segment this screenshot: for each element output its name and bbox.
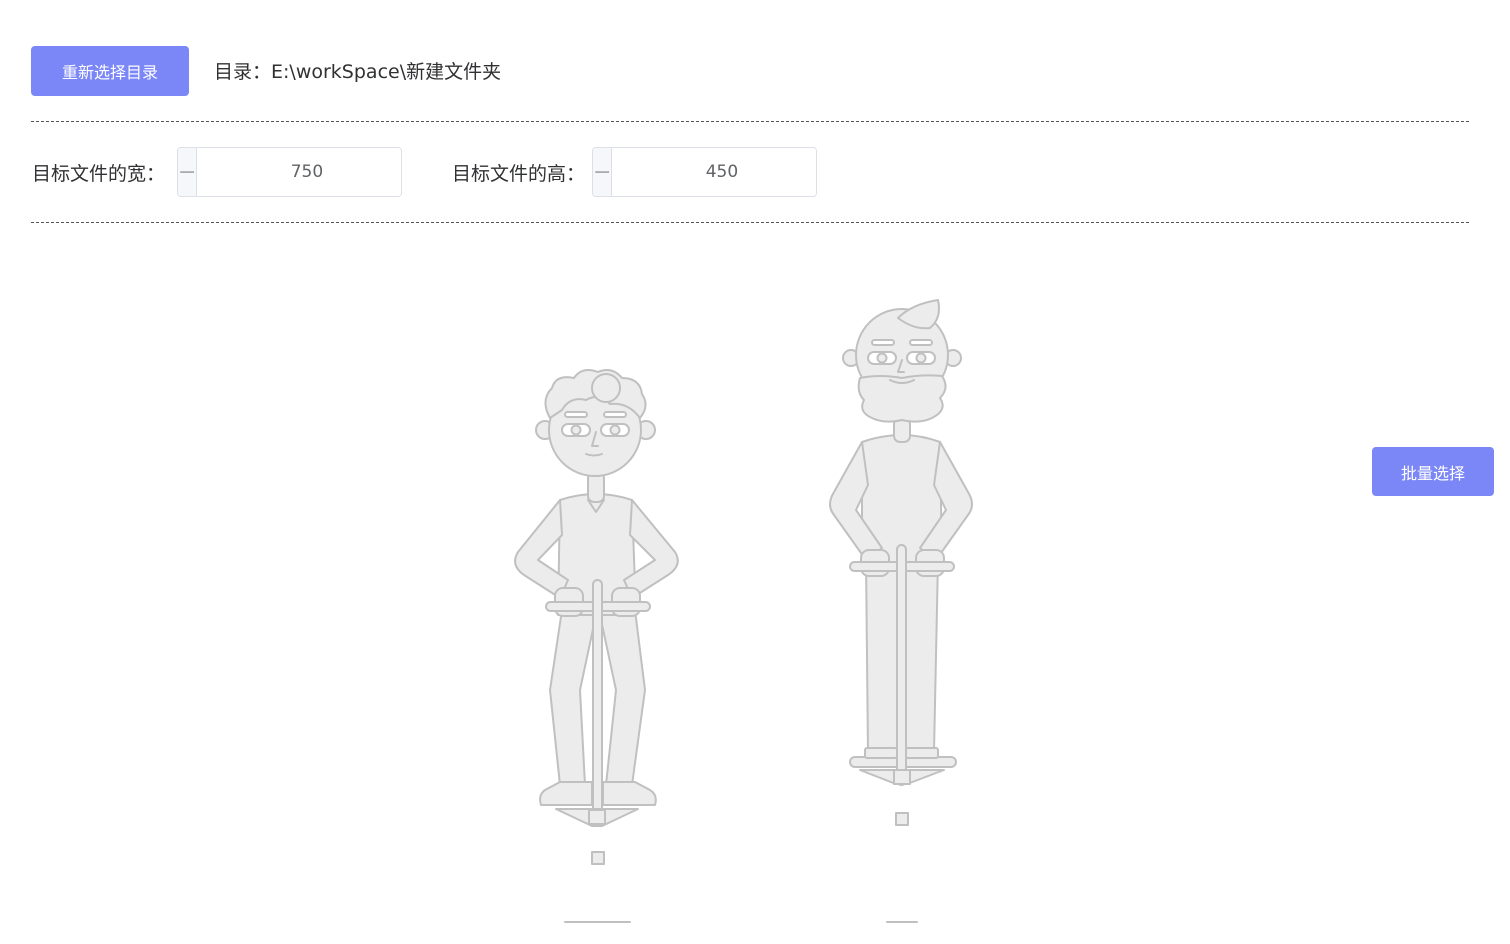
width-input[interactable] — [197, 148, 401, 196]
page: 重新选择目录 目录：E:\workSpace\新建文件夹 目标文件的宽： − +… — [0, 0, 1510, 944]
directory-prefix: 目录： — [214, 60, 272, 83]
right-figure — [829, 299, 973, 923]
height-input[interactable] — [612, 148, 816, 196]
width-decrease-button[interactable]: − — [178, 148, 198, 196]
target-width-label: 目标文件的宽： — [32, 162, 166, 185]
directory-info: 目录： E:\workSpace\新建文件夹 — [214, 56, 501, 84]
directory-path: E:\workSpace\新建文件夹 — [271, 60, 502, 83]
divider — [31, 222, 1469, 223]
empty-state-illustration — [514, 299, 973, 923]
left-figure — [514, 369, 679, 923]
batch-select-button[interactable]: 批量选择 — [1372, 447, 1494, 496]
target-width-stepper: − + — [177, 147, 402, 197]
target-height-stepper: − + — [592, 147, 817, 197]
reselect-directory-button[interactable]: 重新选择目录 — [31, 46, 189, 96]
height-decrease-button[interactable]: − — [593, 148, 613, 196]
divider — [31, 121, 1469, 122]
target-height-label: 目标文件的高： — [452, 162, 586, 185]
